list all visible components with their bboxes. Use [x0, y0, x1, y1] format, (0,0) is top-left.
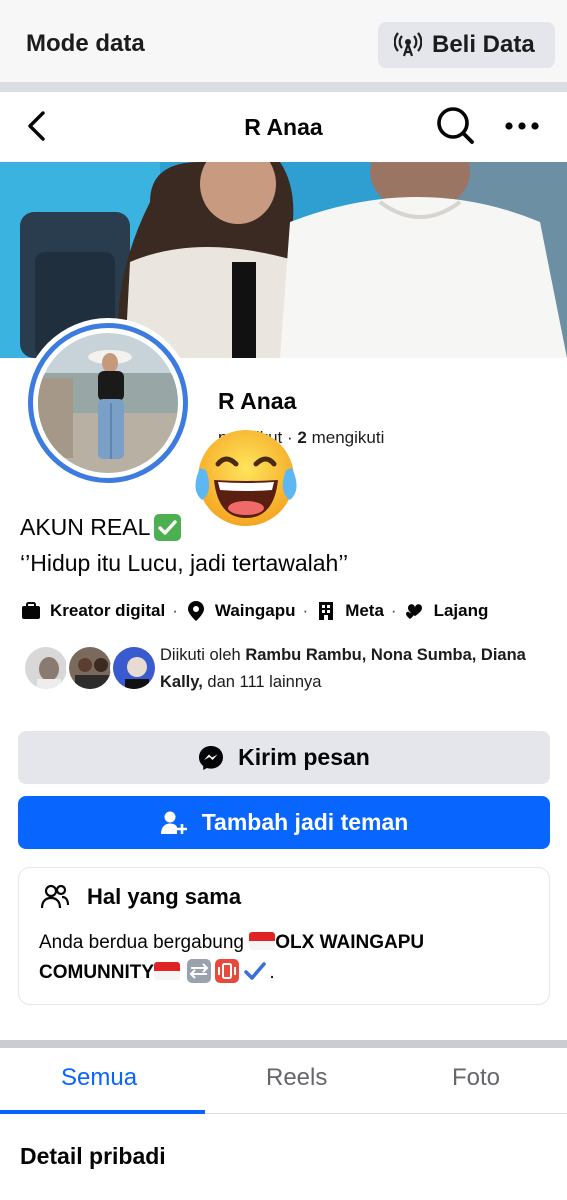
send-message-label: Kirim pesan	[238, 744, 370, 770]
people-icon	[41, 884, 69, 909]
things-in-common-card[interactable]: Hal yang sama Anda berdua bergabung OLX …	[18, 867, 550, 1005]
tab-semua[interactable]: Semua	[61, 1064, 137, 1092]
follower-avatar	[110, 644, 158, 692]
check-mark-icon	[154, 514, 182, 541]
arrows-on-icon	[187, 959, 212, 983]
following-label: mengikuti	[311, 428, 385, 447]
followed-by-prefix: Diikuti oleh	[160, 646, 241, 664]
indonesia-flag-icon	[154, 962, 181, 980]
building-icon	[319, 602, 334, 620]
add-friend-label: Tambah jadi teman	[201, 809, 409, 835]
followed-by-suffix[interactable]: dan 111 lainnya	[207, 673, 321, 691]
section-divider	[0, 1040, 567, 1048]
hearts-icon	[405, 604, 422, 619]
things-in-common-text: Anda berdua bergabung OLX WAINGAPU COMUN…	[39, 928, 539, 988]
things-in-common-header: Hal yang sama	[41, 884, 241, 910]
intro-item-creator: Kreator digital	[50, 601, 166, 620]
section-title: Detail pribadi	[20, 1143, 166, 1169]
location-pin-icon	[187, 601, 204, 621]
add-friend-icon	[160, 811, 187, 834]
bio-line-1-text: AKUN REAL	[20, 514, 151, 540]
sentence-end: .	[269, 962, 275, 983]
follower-avatar	[22, 644, 70, 692]
broadcast-antenna-icon	[394, 32, 422, 57]
buy-data-label: Beli Data	[432, 31, 535, 58]
buy-data-button[interactable]: Beli Data	[378, 22, 555, 68]
add-friend-button[interactable]: Tambah jadi teman	[18, 796, 550, 849]
active-tab-indicator	[0, 1110, 205, 1114]
follower-avatar	[66, 644, 114, 692]
ellipsis-icon[interactable]	[500, 108, 544, 144]
intro-item-relationship: Lajang	[433, 601, 489, 620]
send-message-button[interactable]: Kirim pesan	[18, 731, 550, 784]
data-mode-bar: Mode data Beli Data	[0, 0, 567, 82]
mutual-followers[interactable]: Diikuti oleh Rambu Rambu, Nona Sumba, Di…	[22, 640, 552, 700]
profile-picture[interactable]	[23, 318, 193, 488]
bio-line-1: AKUN REAL	[20, 514, 182, 541]
data-mode-label: Mode data	[26, 30, 145, 57]
profile-photo	[38, 333, 178, 473]
check-mark-icon	[243, 959, 267, 983]
group-name-part-1[interactable]: OLX WAINGAPU	[275, 932, 424, 953]
messenger-icon	[199, 745, 224, 770]
tab-reels[interactable]: Reels	[266, 1064, 327, 1092]
laughing-emoji-sticker	[195, 430, 297, 526]
tab-foto[interactable]: Foto	[452, 1064, 500, 1092]
profile-name: R Anaa	[218, 388, 297, 414]
vibration-mode-icon	[215, 959, 240, 983]
intro-details: Kreator digital · Waingapu · Meta · Laja…	[20, 598, 488, 624]
group-name-part-2[interactable]: COMUNNITY	[39, 962, 154, 983]
joined-text: Anda berdua bergabung	[39, 932, 244, 953]
profile-header: R Anaa	[0, 92, 567, 162]
things-in-common-title: Hal yang sama	[87, 884, 242, 909]
followed-by-text: Diikuti oleh Rambu Rambu, Nona Sumba, Di…	[160, 642, 550, 696]
search-icon[interactable]	[434, 104, 476, 146]
indonesia-flag-icon	[249, 932, 276, 950]
bio-line-2: ‘’Hidup itu Lucu, jadi tertawalah’’	[20, 550, 349, 576]
top-divider	[0, 82, 567, 92]
header-title: R Anaa	[244, 114, 323, 140]
intro-item-workplace: Meta	[345, 601, 384, 620]
briefcase-icon	[22, 602, 40, 619]
profile-tabs: Semua Reels Foto	[0, 1048, 567, 1114]
intro-item-location: Waingapu	[214, 601, 296, 620]
